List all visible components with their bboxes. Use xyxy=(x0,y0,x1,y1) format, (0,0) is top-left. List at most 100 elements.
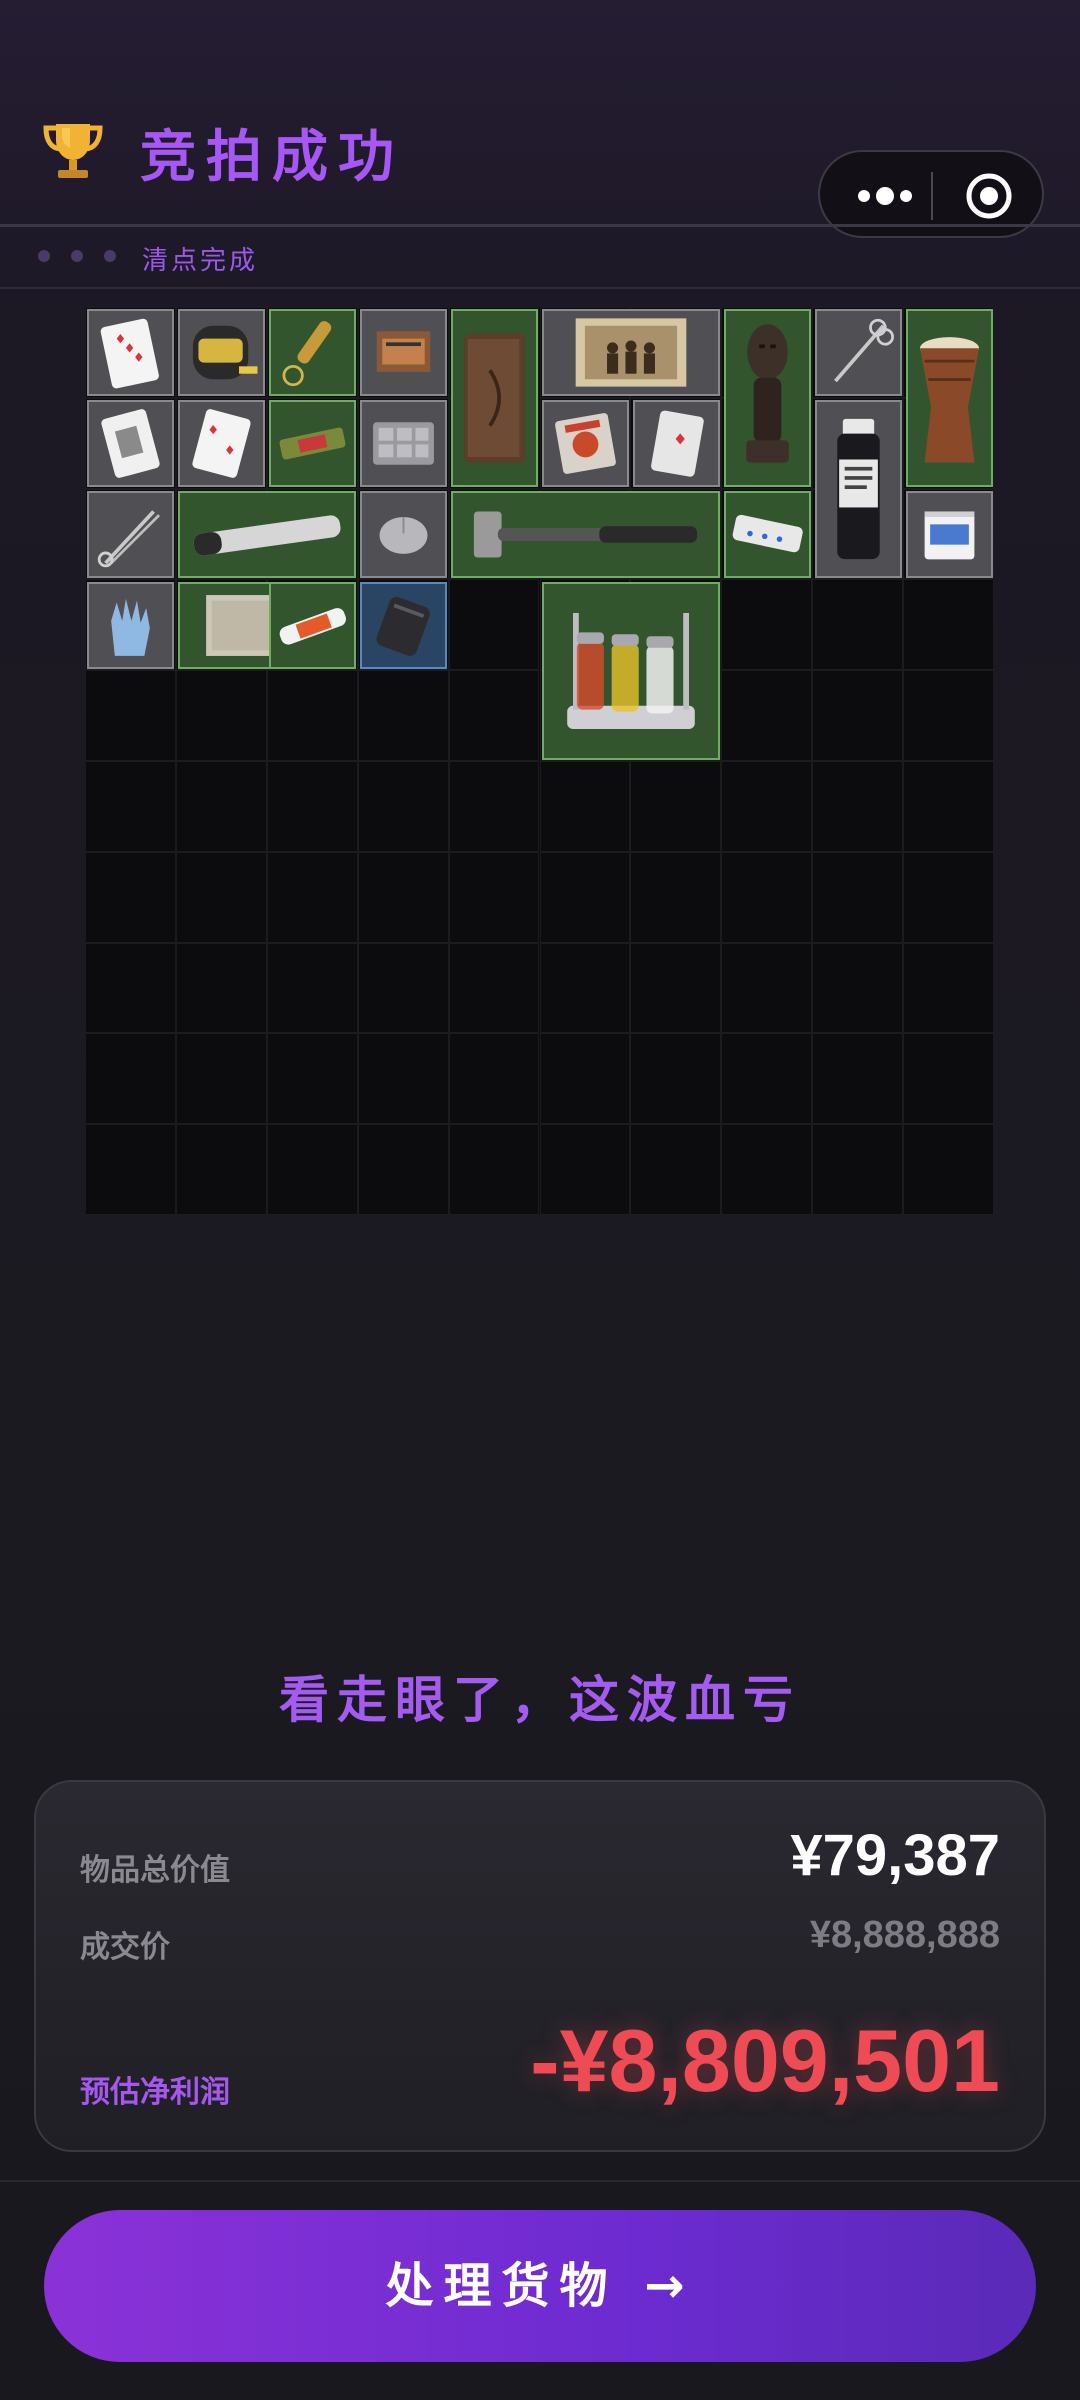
total-value-label: 物品总价值 xyxy=(80,1853,230,1888)
process-goods-button[interactable]: 处理货物 → xyxy=(44,2210,1036,2362)
grid-cell xyxy=(266,761,358,852)
grid-cell xyxy=(721,761,813,852)
item-power-bank[interactable] xyxy=(360,582,447,669)
grid-cell xyxy=(630,942,722,1034)
item-tape-measure[interactable] xyxy=(178,309,265,396)
item-leather-notebook[interactable] xyxy=(451,309,538,487)
grid-cell xyxy=(448,670,540,761)
grid-cell xyxy=(721,579,813,671)
deal-price-value: ¥8,888,888 xyxy=(809,1914,1000,1956)
item-power-strip[interactable] xyxy=(724,491,811,578)
grid-cell xyxy=(630,761,722,852)
item-computer-mouse[interactable] xyxy=(360,491,447,578)
item-tribal-statue[interactable] xyxy=(724,309,811,487)
item-rubber-gloves[interactable] xyxy=(87,582,174,669)
grid-cell xyxy=(903,670,994,761)
capsule-divider xyxy=(931,172,933,220)
grid-cell xyxy=(903,942,994,1034)
item-forceps[interactable] xyxy=(87,491,174,578)
grid-cell xyxy=(357,851,449,943)
more-dots-icon[interactable] xyxy=(850,174,920,218)
item-playing-card[interactable] xyxy=(87,400,174,487)
item-djembe-drum[interactable] xyxy=(906,309,993,487)
item-medical-sample-bottle[interactable] xyxy=(815,400,902,578)
grid-cell xyxy=(448,851,540,943)
grid-cell xyxy=(266,1124,358,1215)
verdict-text: 看走眼了，这波血亏 xyxy=(279,1671,801,1729)
grid-cell xyxy=(539,942,631,1034)
item-bullet-keychain[interactable] xyxy=(269,309,356,396)
header: 竞拍成功 清点完成 xyxy=(0,0,1080,289)
grid-cell xyxy=(903,579,994,671)
grid-cell xyxy=(630,1033,722,1125)
progress-dots xyxy=(38,250,128,264)
grid-cell xyxy=(357,1033,449,1125)
grid-cell xyxy=(721,670,813,761)
grid-cell xyxy=(85,1124,176,1215)
grid-cell xyxy=(539,1033,631,1125)
grid-cell xyxy=(630,1124,722,1215)
item-matchbox[interactable] xyxy=(360,309,447,396)
header-divider xyxy=(0,224,1080,227)
grid-cell xyxy=(903,1124,994,1215)
item-hammer[interactable] xyxy=(451,491,720,578)
grid-cell xyxy=(175,851,267,943)
item-old-photo[interactable] xyxy=(542,309,720,396)
item-scissors[interactable] xyxy=(815,309,902,396)
grid-cell xyxy=(175,942,267,1034)
grid-cell xyxy=(85,942,176,1034)
grid-cell xyxy=(539,761,631,852)
grid-cell xyxy=(175,1033,267,1125)
item-flashlight-tube[interactable] xyxy=(178,491,356,578)
grid-cell xyxy=(448,761,540,852)
item-spice-rack[interactable] xyxy=(542,582,720,760)
subheader-divider xyxy=(0,287,1080,289)
grid-cell xyxy=(903,1033,994,1125)
grid-cell xyxy=(903,761,994,852)
grid-cell xyxy=(630,851,722,943)
item-plastic-tray[interactable] xyxy=(360,400,447,487)
grid-cell xyxy=(448,579,540,671)
grid-cell xyxy=(85,761,176,852)
total-value: ¥79,387 xyxy=(790,1823,1000,1888)
grid-cell xyxy=(175,670,267,761)
item-playing-card[interactable] xyxy=(178,400,265,487)
grid-cell xyxy=(266,670,358,761)
grid-cell xyxy=(721,851,813,943)
grid-cell xyxy=(175,761,267,852)
item-playing-card[interactable] xyxy=(87,309,174,396)
grid-cell xyxy=(721,1124,813,1215)
grid-cell xyxy=(266,851,358,943)
footer-divider xyxy=(0,2180,1080,2182)
status-subtitle: 清点完成 xyxy=(142,246,259,276)
grid-cell xyxy=(448,942,540,1034)
grid-cell xyxy=(812,579,904,671)
grid-cell xyxy=(357,670,449,761)
grid-cell xyxy=(85,851,176,943)
item-battery[interactable] xyxy=(269,582,356,669)
inventory-grid xyxy=(85,307,994,1215)
grid-cell xyxy=(721,1033,813,1125)
page-title: 竞拍成功 xyxy=(140,125,404,190)
grid-cell xyxy=(448,1124,540,1215)
item-snack-packet[interactable] xyxy=(542,400,629,487)
grid-cell xyxy=(448,1033,540,1125)
grid-cell xyxy=(812,761,904,852)
profit-value: -¥8,809,501 xyxy=(530,2011,1000,2110)
grid-cell xyxy=(903,851,994,943)
profit-label: 预估净利润 xyxy=(80,2075,230,2110)
grid-cell xyxy=(85,670,176,761)
target-close-icon[interactable] xyxy=(965,172,1013,220)
item-candy-bar[interactable] xyxy=(269,400,356,487)
grid-cell xyxy=(85,1033,176,1125)
trophy-icon xyxy=(43,124,103,178)
grid-cell xyxy=(266,1033,358,1125)
grid-cell xyxy=(812,851,904,943)
grid-cell xyxy=(175,1124,267,1215)
grid-cell xyxy=(357,1124,449,1215)
grid-cell xyxy=(812,1033,904,1125)
item-yogurt-cup[interactable] xyxy=(906,491,993,578)
grid-cell xyxy=(812,1124,904,1215)
item-playing-card[interactable] xyxy=(633,400,720,487)
deal-price-label: 成交价 xyxy=(80,1930,170,1965)
